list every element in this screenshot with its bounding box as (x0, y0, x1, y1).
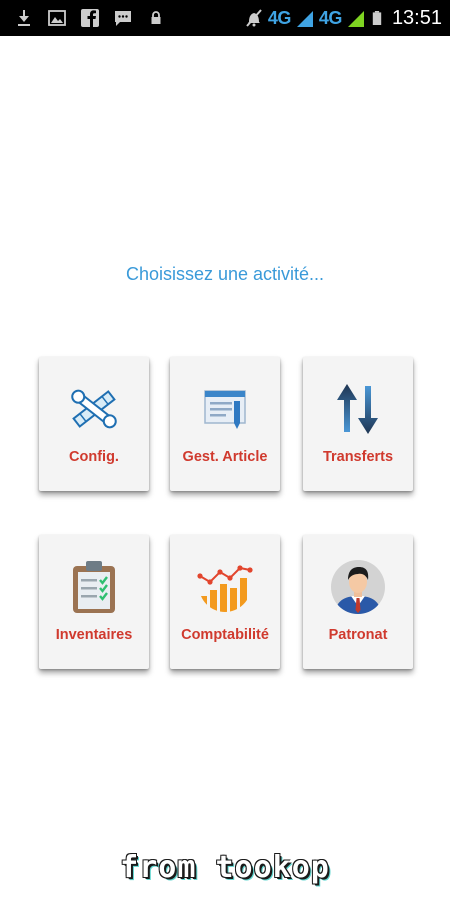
mute-icon (246, 9, 262, 27)
comptabilite-label: Comptabilité (181, 627, 269, 643)
network-type-2: 4G (318, 7, 343, 28)
transferts-tile[interactable]: Transferts (303, 357, 413, 491)
message-icon (115, 11, 131, 26)
image-icon (48, 10, 66, 26)
clipboard-icon (73, 561, 115, 613)
transferts-label: Transferts (322, 449, 394, 465)
patronat-label: Patronat (328, 627, 388, 643)
gest-article-tile[interactable]: Gest. Article (170, 357, 280, 491)
activity-prompt: Choisissez une activité... (125, 264, 325, 284)
businessman-icon (331, 560, 385, 614)
gest-article-label: Gest. Article (182, 449, 268, 465)
comptabilite-tile[interactable]: Comptabilité (170, 535, 280, 669)
battery-icon (372, 11, 382, 25)
facebook-icon (81, 9, 99, 27)
patronat-tile[interactable]: Patronat (303, 535, 413, 669)
tools-icon (71, 389, 117, 429)
network-type-1: 4G (267, 7, 292, 28)
signal-icon-2 (347, 11, 364, 27)
inventaires-tile[interactable]: Inventaires (39, 535, 149, 669)
system-icons: 4G 4G 13:51 (244, 4, 442, 32)
clock: 13:51 (391, 6, 442, 29)
chart-icon (197, 565, 253, 612)
signal-icon (296, 11, 313, 27)
config-tile[interactable]: Config. (39, 357, 149, 491)
inventaires-label: Inventaires (55, 627, 133, 643)
download-icon (18, 10, 30, 26)
notification-icons (14, 6, 166, 30)
article-icon (204, 390, 246, 429)
status-bar: 4G 4G 13:51 (0, 0, 450, 36)
watermark-text: from tookop (120, 850, 330, 885)
lock-icon (151, 11, 161, 24)
config-label: Config. (69, 449, 119, 465)
transfer-arrows-icon (337, 384, 378, 434)
